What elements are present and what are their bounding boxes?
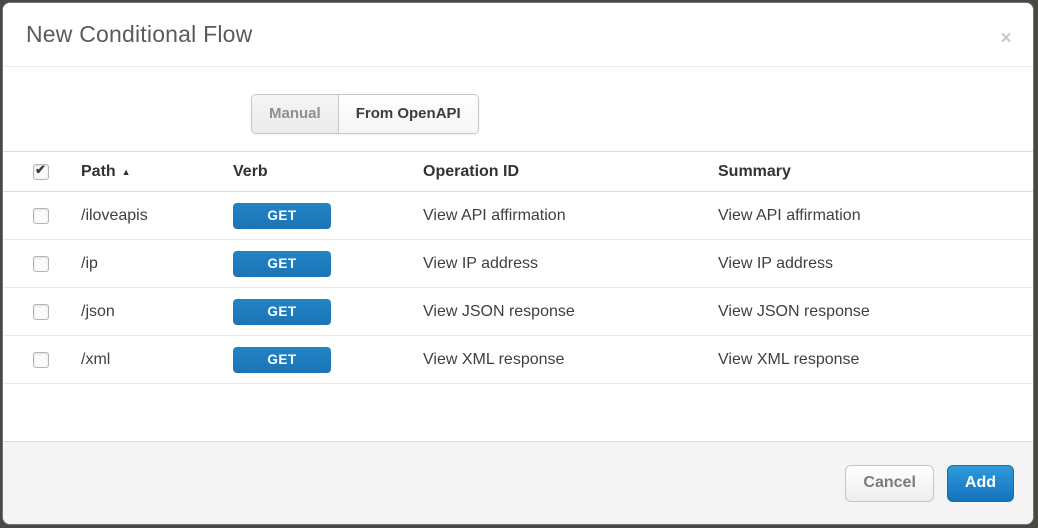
row-cell-verb: GET (233, 251, 423, 277)
header-cell-verb: Verb (233, 163, 423, 181)
select-all-checkbox[interactable] (33, 164, 49, 180)
row-checkbox[interactable] (33, 352, 49, 368)
column-label-path: Path (81, 163, 116, 180)
tab-manual[interactable]: Manual (252, 95, 338, 133)
row-cell-operation-id: View XML response (423, 351, 718, 369)
verb-badge-get: GET (233, 347, 331, 373)
row-checkbox[interactable] (33, 208, 49, 224)
row-cell-summary: View XML response (718, 351, 1033, 369)
table-row: /json GET View JSON response View JSON r… (3, 288, 1033, 336)
flows-table: Path ▲ Verb Operation ID Summary /iloveap… (3, 151, 1033, 384)
row-cell-path: /json (81, 303, 233, 321)
verb-badge-get: GET (233, 299, 331, 325)
row-cell-verb: GET (233, 347, 423, 373)
row-cell-path: /ip (81, 255, 233, 273)
header-cell-path[interactable]: Path ▲ (81, 163, 233, 181)
header-cell-operation-id: Operation ID (423, 163, 718, 181)
row-cell-select (3, 352, 81, 368)
header-cell-select (3, 164, 81, 180)
verb-badge-get: GET (233, 203, 331, 229)
row-cell-verb: GET (233, 299, 423, 325)
tab-from-openapi[interactable]: From OpenAPI (338, 95, 478, 133)
row-cell-select (3, 304, 81, 320)
row-cell-path: /iloveapis (81, 207, 233, 225)
row-cell-select (3, 208, 81, 224)
table-row: /ip GET View IP address View IP address (3, 240, 1033, 288)
row-cell-path: /xml (81, 351, 233, 369)
table-row: /iloveapis GET View API affirmation View… (3, 192, 1033, 240)
row-cell-operation-id: View IP address (423, 255, 718, 273)
table-header-row: Path ▲ Verb Operation ID Summary (3, 151, 1033, 192)
row-cell-summary: View API affirmation (718, 207, 1033, 225)
dialog-footer: Cancel Add (3, 441, 1033, 524)
row-cell-summary: View JSON response (718, 303, 1033, 321)
cancel-button[interactable]: Cancel (845, 465, 933, 502)
table-row: /xml GET View XML response View XML resp… (3, 336, 1033, 384)
dialog-title: New Conditional Flow (26, 21, 252, 48)
row-checkbox[interactable] (33, 304, 49, 320)
new-conditional-flow-dialog: New Conditional Flow × Manual From OpenA… (2, 2, 1034, 525)
dialog-header: New Conditional Flow × (3, 3, 1033, 67)
add-button[interactable]: Add (947, 465, 1014, 502)
verb-badge-get: GET (233, 251, 331, 277)
row-cell-operation-id: View JSON response (423, 303, 718, 321)
row-cell-operation-id: View API affirmation (423, 207, 718, 225)
row-cell-select (3, 256, 81, 272)
source-tab-group: Manual From OpenAPI (251, 94, 479, 134)
header-cell-summary: Summary (718, 163, 1033, 181)
sort-ascending-icon: ▲ (122, 167, 131, 177)
row-cell-verb: GET (233, 203, 423, 229)
row-checkbox[interactable] (33, 256, 49, 272)
close-icon[interactable]: × (995, 27, 1017, 49)
row-cell-summary: View IP address (718, 255, 1033, 273)
